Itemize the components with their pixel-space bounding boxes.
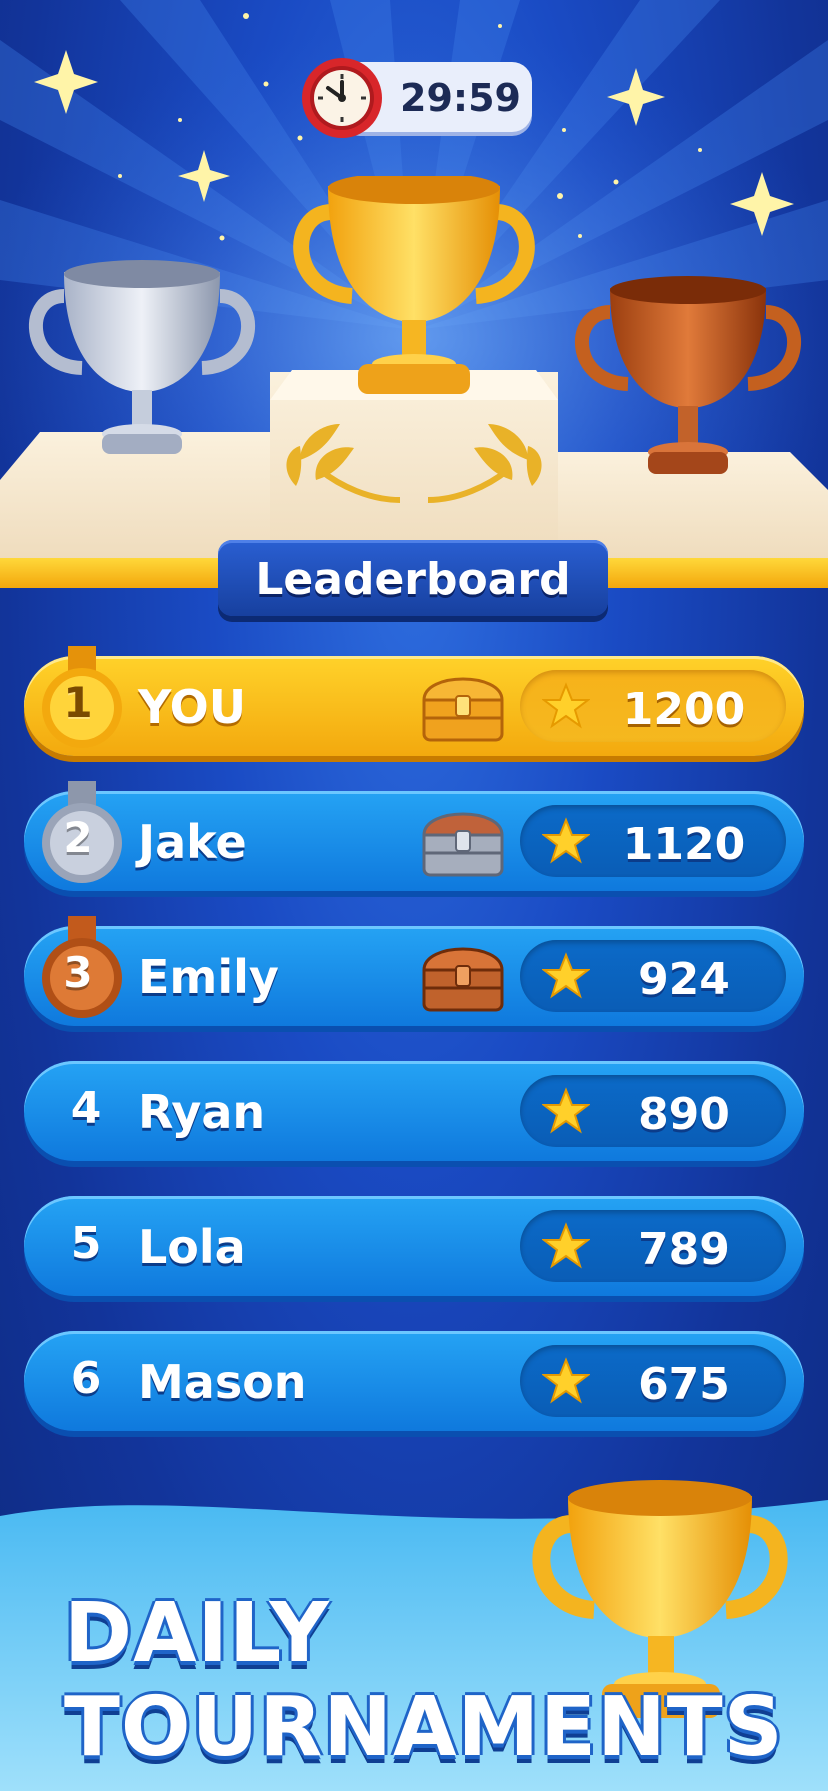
rank-number: 4 bbox=[70, 1083, 102, 1134]
rank-number: 1 bbox=[63, 678, 93, 727]
leaderboard-row[interactable]: 4 Ryan 890 bbox=[24, 1061, 804, 1165]
star-icon bbox=[542, 1357, 590, 1404]
leaderboard-list: 1 YOU 1200 2 Jake 1120 3 Emily 924 4 Rya… bbox=[24, 646, 804, 1466]
player-name: Lola bbox=[138, 1220, 246, 1274]
player-score: 789 bbox=[638, 1224, 730, 1275]
player-name: Emily bbox=[138, 950, 279, 1004]
leaderboard-row[interactable]: 1 YOU 1200 bbox=[24, 646, 804, 760]
score-pill: 1200 bbox=[520, 670, 786, 742]
player-score: 1120 bbox=[622, 819, 746, 870]
leaderboard-row[interactable]: 6 Mason 675 bbox=[24, 1331, 804, 1435]
player-name: YOU bbox=[138, 680, 247, 734]
star-icon bbox=[542, 952, 590, 999]
player-name: Ryan bbox=[138, 1085, 266, 1139]
score-pill: 1120 bbox=[520, 805, 786, 877]
player-name: Jake bbox=[138, 815, 247, 869]
score-pill: 789 bbox=[520, 1210, 786, 1282]
rank-number: 5 bbox=[70, 1218, 102, 1269]
leaderboard-row[interactable]: 3 Emily 924 bbox=[24, 916, 804, 1030]
gold-trophy-icon bbox=[293, 176, 535, 394]
player-score: 675 bbox=[638, 1359, 730, 1410]
rank-number: 2 bbox=[63, 813, 93, 862]
promo-title-line1: DAILY bbox=[64, 1586, 330, 1681]
rank-number: 6 bbox=[70, 1353, 102, 1404]
silver-trophy-icon bbox=[28, 260, 256, 454]
bronze-trophy-icon bbox=[574, 276, 802, 474]
bronze-chest-icon bbox=[422, 947, 504, 1012]
star-icon bbox=[542, 817, 590, 864]
player-name: Mason bbox=[138, 1355, 307, 1409]
star-icon bbox=[542, 1222, 590, 1269]
leaderboard-row[interactable]: 5 Lola 789 bbox=[24, 1196, 804, 1300]
score-pill: 675 bbox=[520, 1345, 786, 1417]
player-score: 890 bbox=[638, 1089, 730, 1140]
silver-chest-icon bbox=[422, 812, 504, 877]
star-icon bbox=[542, 1087, 590, 1134]
gold-chest-icon bbox=[422, 677, 504, 742]
promo-title-line2: TOURNAMENTS bbox=[64, 1680, 784, 1775]
leaderboard-banner: Leaderboard bbox=[218, 540, 608, 620]
leaderboard-title: Leaderboard bbox=[255, 554, 571, 605]
player-score: 1200 bbox=[622, 684, 746, 735]
rank-number: 3 bbox=[63, 948, 93, 997]
player-score: 924 bbox=[638, 954, 730, 1005]
score-pill: 890 bbox=[520, 1075, 786, 1147]
score-pill: 924 bbox=[520, 940, 786, 1012]
leaderboard-row[interactable]: 2 Jake 1120 bbox=[24, 781, 804, 895]
star-icon bbox=[542, 682, 590, 729]
